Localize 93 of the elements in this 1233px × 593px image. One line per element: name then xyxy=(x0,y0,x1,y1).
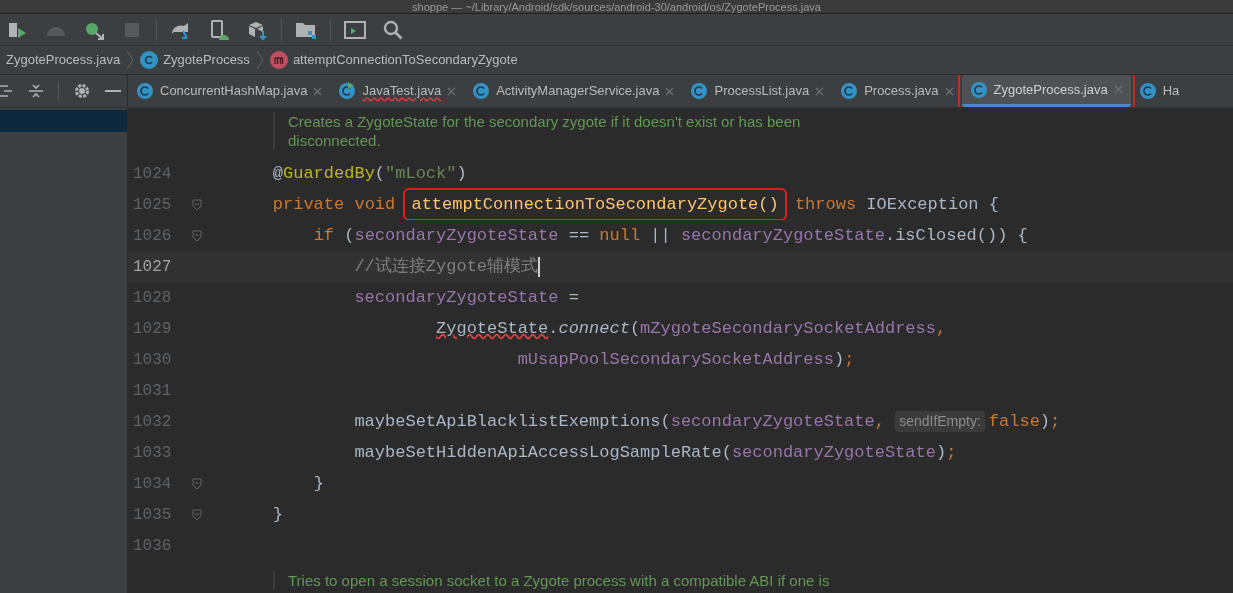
code-token: ZygoteState xyxy=(435,317,549,340)
line-number: 1028 xyxy=(132,287,173,309)
code-token: . xyxy=(548,317,559,340)
code-token: null xyxy=(599,224,641,247)
fold-marker-icon[interactable] xyxy=(192,477,202,490)
code-token: secondaryZygoteState xyxy=(680,224,885,247)
close-icon[interactable] xyxy=(815,86,825,96)
code-token: , xyxy=(935,317,947,340)
close-icon[interactable] xyxy=(447,86,457,96)
code-token: ) xyxy=(456,162,467,185)
close-icon[interactable] xyxy=(313,86,323,96)
minimize-icon[interactable] xyxy=(105,89,121,93)
line-number: 1027 xyxy=(132,256,173,278)
line-number: 1036 xyxy=(132,535,173,557)
code-token: secondaryZygoteState xyxy=(354,224,559,247)
code-token: == xyxy=(567,224,591,247)
code-token: private void xyxy=(271,193,397,216)
close-icon[interactable] xyxy=(1113,85,1123,94)
code-token: ( xyxy=(344,224,355,247)
chevron-icon xyxy=(126,50,135,70)
line-number: 1024 xyxy=(132,163,173,185)
code-token: IOException { xyxy=(866,193,999,216)
doc-comment-line: Creates a ZygoteState for the secondary zygote if it doesn't exist or has been xyxy=(288,112,802,131)
code-token: "mLock" xyxy=(385,162,457,185)
code-token: @ xyxy=(271,162,283,185)
parameter-hint: sendIfEmpty: xyxy=(895,411,985,432)
code-token: secondaryZygoteState xyxy=(670,410,875,433)
breadcrumb-item[interactable]: ZygoteProcess xyxy=(140,50,250,70)
code-token: ) xyxy=(1039,410,1051,433)
code-token: false xyxy=(988,410,1040,433)
chevron-icon xyxy=(255,50,264,70)
editor-tab[interactable]: ProcessList.java xyxy=(682,75,833,107)
code-token: secondaryZygoteState xyxy=(353,286,559,309)
line-number: 1031 xyxy=(132,380,173,402)
line-number: 1034 xyxy=(132,473,173,495)
code-token: ; xyxy=(1050,410,1061,433)
code-token: maybeSetApiBlacklistExemptions( xyxy=(353,410,671,433)
editor-tab[interactable]: Ha xyxy=(1130,75,1188,107)
code-token: .isClosed()) { xyxy=(884,224,1028,247)
code-token: GuardedBy xyxy=(283,162,375,185)
class-icon xyxy=(140,51,159,69)
class-icon xyxy=(690,82,709,100)
class-icon xyxy=(969,80,988,99)
code-token: connect xyxy=(558,317,630,340)
breadcrumb-item[interactable]: ZygoteProcess.java xyxy=(6,50,121,70)
line-number: 1029 xyxy=(132,318,173,340)
code-token: = xyxy=(567,286,579,309)
editor-tab[interactable]: ConcurrentHashMap.java xyxy=(128,75,331,107)
code-token: throws xyxy=(793,193,858,216)
code-token: ) xyxy=(935,441,947,464)
code-token: } xyxy=(271,503,283,526)
class-icon xyxy=(840,82,859,100)
code-token: , xyxy=(874,410,886,433)
code-token: } xyxy=(312,472,324,495)
fold-marker-icon[interactable] xyxy=(192,508,202,521)
class-icon xyxy=(136,82,154,100)
line-number: 1025 xyxy=(132,194,173,216)
line-number: 1032 xyxy=(132,411,173,433)
fold-marker-icon[interactable] xyxy=(192,198,202,211)
code-token: //试连接Zygote辅模式 xyxy=(353,255,539,278)
editor-tab[interactable]: JavaTest.java xyxy=(330,75,465,107)
code-token: ) xyxy=(833,348,845,371)
code-token: || xyxy=(649,224,672,247)
code-token: maybeSetHiddenApiAccessLogSampleRate( xyxy=(353,441,732,464)
collapse-icon[interactable] xyxy=(28,83,44,99)
window-title: shoppe — ~/Library/Android/sdk/sources/android-30/android/os/ZygoteProcess.java xyxy=(412,1,821,13)
line-number: 1026 xyxy=(132,225,173,247)
breadcrumb-item[interactable]: attemptConnectionToSecondaryZygote xyxy=(269,50,518,70)
code-token: ; xyxy=(844,348,855,371)
close-icon[interactable] xyxy=(665,86,675,96)
editor-tab[interactable]: ActivityManagerService.java xyxy=(464,75,683,107)
expand-icon[interactable] xyxy=(0,83,14,99)
doc-comment-line: disconnected. xyxy=(288,131,382,150)
editor-tab[interactable]: Process.java xyxy=(832,75,962,107)
code-token: if xyxy=(312,224,336,247)
settings-icon[interactable] xyxy=(73,82,91,100)
line-number: 1033 xyxy=(132,442,173,464)
class-icon xyxy=(472,82,491,100)
fold-marker-icon[interactable] xyxy=(192,229,202,242)
code-token: ( xyxy=(629,317,641,340)
class-icon xyxy=(338,82,357,100)
code-token: attemptConnectionToSecondaryZygote() xyxy=(405,189,785,220)
line-number: 1030 xyxy=(132,349,173,371)
doc-comment-line: Tries to open a session socket to a Zygote process with a compatible ABI if one is xyxy=(288,571,831,590)
close-icon[interactable] xyxy=(944,86,954,96)
method-icon xyxy=(269,51,288,69)
code-token: mUsapPoolSecondarySocketAddress xyxy=(516,348,834,371)
class-icon xyxy=(1138,82,1157,100)
code-token: mZygoteSecondarySocketAddress xyxy=(640,317,936,340)
code-token: ; xyxy=(946,441,957,464)
code-token: secondaryZygoteState xyxy=(731,441,936,464)
code-token: ( xyxy=(374,162,386,185)
line-number: 1035 xyxy=(132,504,173,526)
